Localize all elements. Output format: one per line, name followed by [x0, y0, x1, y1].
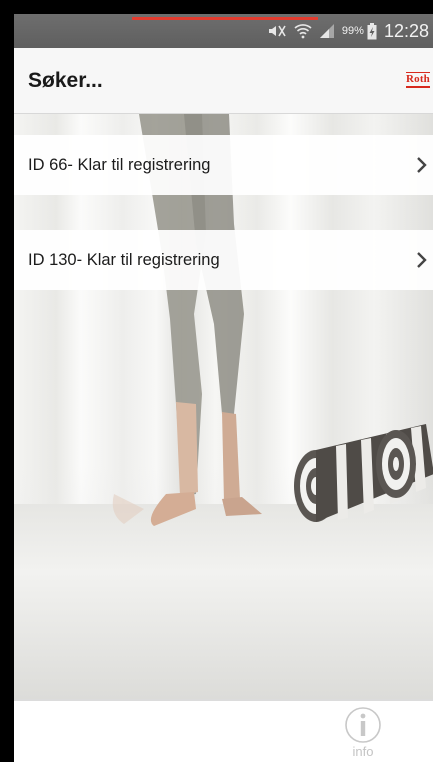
- info-circle-icon: [345, 707, 381, 743]
- list-item-label: ID 130- Klar til registrering: [28, 250, 220, 269]
- search-progress-bar: [132, 17, 318, 20]
- phone-screen: 99% 12:28 Søker... Roth ID 66- Klar til …: [14, 14, 433, 762]
- roth-logo: Roth: [405, 72, 431, 88]
- list-item[interactable]: ID 66- Klar til registrering: [14, 135, 433, 195]
- app-bar: Søker... Roth: [14, 48, 433, 114]
- battery-charging-icon: [367, 22, 377, 40]
- signal-icon: [319, 23, 335, 39]
- mute-icon: [267, 23, 287, 39]
- info-button[interactable]: info: [340, 705, 386, 762]
- list-item[interactable]: ID 130- Klar til registrering: [14, 230, 433, 290]
- striped-rolls-image: [294, 424, 433, 522]
- page-title: Søker...: [28, 69, 103, 92]
- wifi-icon: [294, 23, 312, 39]
- list-item-label: ID 66- Klar til registrering: [28, 155, 211, 174]
- background-photo: [14, 114, 433, 699]
- chevron-right-icon: [413, 155, 429, 175]
- battery-percent: 99%: [341, 25, 364, 37]
- info-label: info: [352, 744, 374, 759]
- bottom-bar: info: [14, 699, 433, 762]
- chevron-right-icon: [413, 250, 429, 270]
- status-time: 12:28: [383, 20, 429, 41]
